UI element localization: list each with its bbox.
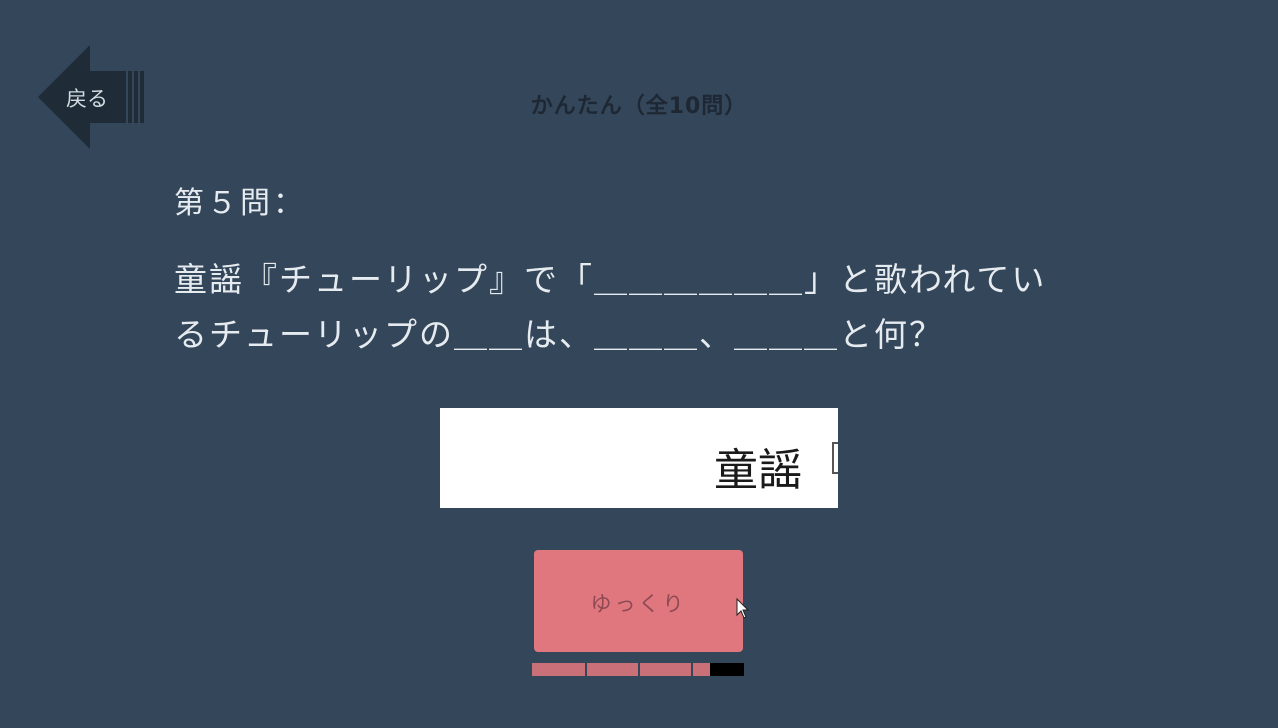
- slow-button-label: ゆっくり: [590, 592, 687, 616]
- mouse-pointer-icon: [736, 598, 750, 619]
- timer-bar-fill: [532, 663, 710, 676]
- question-text: 童謡『チューリップ』で「＿＿＿＿＿＿」と歌われてい るチューリップの＿＿は、＿＿…: [174, 260, 1047, 354]
- slow-button[interactable]: ゆっくり: [534, 550, 743, 652]
- timer-bar-divider: [691, 663, 693, 676]
- timer-bar-divider: [638, 663, 640, 676]
- page-title: かんたん（全10問）: [530, 94, 748, 119]
- question-number: 第５問：: [174, 186, 306, 221]
- answer-input[interactable]: 童謡: [440, 408, 838, 508]
- timer-bar-divider: [585, 663, 587, 676]
- text-caret: [832, 442, 838, 474]
- answer-input-value: 童謡: [714, 445, 802, 496]
- timer-bar: [532, 663, 744, 676]
